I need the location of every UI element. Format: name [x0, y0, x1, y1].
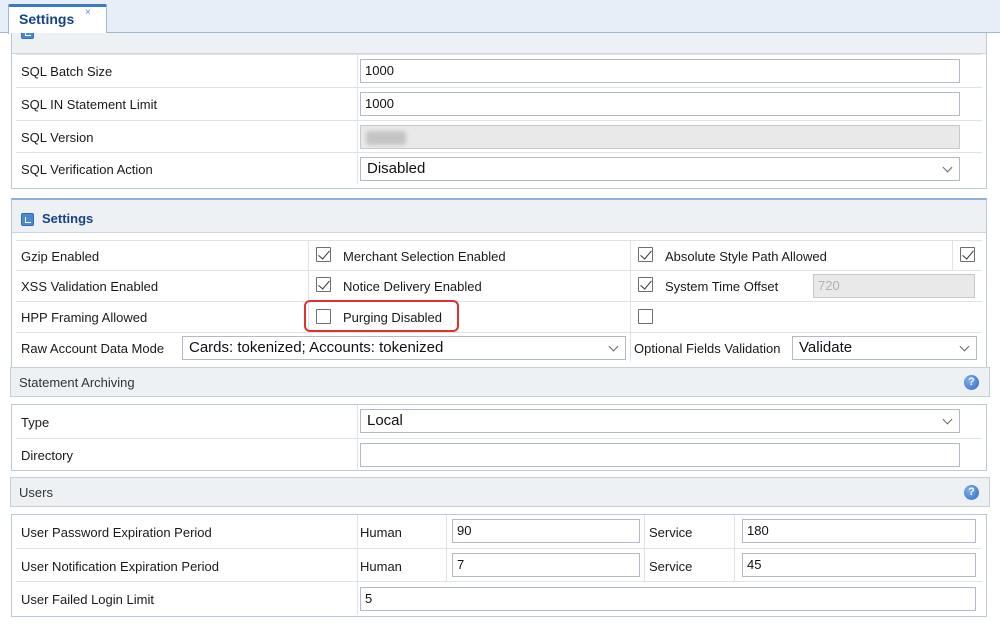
help-icon[interactable]: ?: [964, 375, 979, 390]
password-service-label: Service: [649, 525, 693, 540]
chevron-down-icon: [959, 341, 970, 352]
settings-row-3: HPP Framing Allowed Purging Disabled: [16, 300, 982, 332]
raw-account-data-mode-value: Cards: tokenized; Accounts: tokenized: [189, 339, 444, 356]
optional-fields-validation-select[interactable]: Validate: [792, 336, 977, 360]
users-header: Users ?: [10, 477, 990, 507]
raw-account-data-mode-label: Raw Account Data Mode: [21, 341, 165, 356]
statement-archiving-title: Statement Archiving: [19, 375, 135, 390]
failed-login-limit-label: User Failed Login Limit: [21, 592, 154, 607]
system-time-offset-input: 720: [813, 274, 975, 298]
content-area: SQL Batch Size 1000 SQL IN Statement Lim…: [0, 33, 1000, 624]
settings-row-2: XSS Validation Enabled Notice Delivery E…: [16, 270, 982, 301]
redacted-value: [366, 131, 406, 145]
close-icon[interactable]: ×: [85, 7, 91, 18]
highlight-box: [304, 300, 459, 332]
users-title: Users: [19, 485, 53, 500]
sql-version-label: SQL Version: [21, 130, 94, 145]
settings-title: Settings: [42, 211, 94, 226]
users-row-password: User Password Expiration Period Human 90…: [16, 515, 982, 548]
settings-row-1: Gzip Enabled Merchant Selection Enabled …: [16, 240, 982, 270]
sql-in-limit-label: SQL IN Statement Limit: [21, 97, 158, 112]
system-time-offset-label: System Time Offset: [665, 279, 779, 294]
archiving-row-directory: Directory: [16, 438, 982, 471]
notice-delivery-checkbox[interactable]: [638, 277, 653, 292]
purging-disabled-checkbox[interactable]: [638, 309, 653, 324]
archiving-fieldset: Type Local Directory: [11, 404, 987, 471]
xss-validation-checkbox[interactable]: [316, 277, 331, 292]
absolute-style-path-checkbox[interactable]: [960, 247, 975, 262]
collapse-icon[interactable]: [21, 213, 34, 226]
optional-fields-validation-value: Validate: [799, 339, 853, 356]
notification-service-label: Service: [649, 559, 693, 574]
sql-verification-value: Disabled: [367, 160, 426, 177]
merchant-selection-checkbox[interactable]: [638, 247, 653, 262]
xss-validation-label: XSS Validation Enabled: [21, 279, 159, 294]
password-human-input[interactable]: 90: [452, 519, 640, 543]
archiving-row-type: Type Local: [16, 405, 982, 438]
hpp-framing-label: HPP Framing Allowed: [21, 310, 148, 325]
archiving-directory-label: Directory: [21, 448, 74, 463]
absolute-style-path-label: Absolute Style Path Allowed: [665, 249, 827, 264]
notification-human-input[interactable]: 7: [452, 553, 640, 577]
chevron-down-icon: [608, 341, 619, 352]
sql-row-verification: SQL Verification Action Disabled: [16, 152, 982, 184]
notification-service-input[interactable]: 45: [742, 553, 976, 577]
sql-batch-size-label: SQL Batch Size: [21, 64, 113, 79]
statement-archiving-header: Statement Archiving ?: [10, 367, 990, 397]
archiving-directory-input[interactable]: [360, 443, 960, 467]
sql-verification-label: SQL Verification Action: [21, 162, 153, 177]
sql-version-input: [360, 125, 960, 149]
collapse-icon[interactable]: [21, 33, 34, 39]
chevron-down-icon: [942, 414, 953, 425]
sql-in-limit-input[interactable]: 1000: [360, 92, 960, 116]
raw-account-data-mode-select[interactable]: Cards: tokenized; Accounts: tokenized: [182, 336, 626, 360]
sql-row-batch-size: SQL Batch Size 1000: [16, 54, 982, 87]
password-expiration-label: User Password Expiration Period: [21, 525, 212, 540]
sql-row-in-limit: SQL IN Statement Limit 1000: [16, 87, 982, 120]
merchant-selection-label: Merchant Selection Enabled: [343, 249, 506, 264]
notification-human-label: Human: [360, 559, 402, 574]
chevron-down-icon: [942, 162, 953, 173]
password-human-label: Human: [360, 525, 402, 540]
notification-expiration-label: User Notification Expiration Period: [21, 559, 219, 574]
tab-settings[interactable]: Settings ×: [8, 4, 107, 34]
sql-fieldset-header: [12, 33, 986, 54]
users-row-failed-login: User Failed Login Limit 5: [16, 581, 982, 615]
archiving-type-label: Type: [21, 415, 50, 430]
settings-row-4: Raw Account Data Mode Cards: tokenized; …: [16, 332, 982, 362]
tab-strip: Settings ×: [0, 0, 1000, 34]
password-service-input[interactable]: 180: [742, 519, 976, 543]
tab-label: Settings: [19, 11, 75, 27]
optional-fields-validation-label: Optional Fields Validation: [634, 341, 781, 356]
sql-row-version: SQL Version: [16, 120, 982, 152]
sql-fieldset: SQL Batch Size 1000 SQL IN Statement Lim…: [11, 33, 987, 189]
sql-verification-select[interactable]: Disabled: [360, 157, 960, 181]
settings-fieldset-header: Settings: [12, 200, 986, 233]
users-row-notification: User Notification Expiration Period Huma…: [16, 548, 982, 581]
archiving-type-value: Local: [367, 412, 403, 429]
archiving-type-select[interactable]: Local: [360, 409, 960, 433]
sql-batch-size-input[interactable]: 1000: [360, 59, 960, 83]
notice-delivery-label: Notice Delivery Enabled: [343, 279, 482, 294]
failed-login-limit-input[interactable]: 5: [360, 587, 976, 611]
gzip-enabled-checkbox[interactable]: [316, 247, 331, 262]
help-icon[interactable]: ?: [964, 485, 979, 500]
users-fieldset: User Password Expiration Period Human 90…: [11, 514, 987, 617]
gzip-enabled-label: Gzip Enabled: [21, 249, 100, 264]
